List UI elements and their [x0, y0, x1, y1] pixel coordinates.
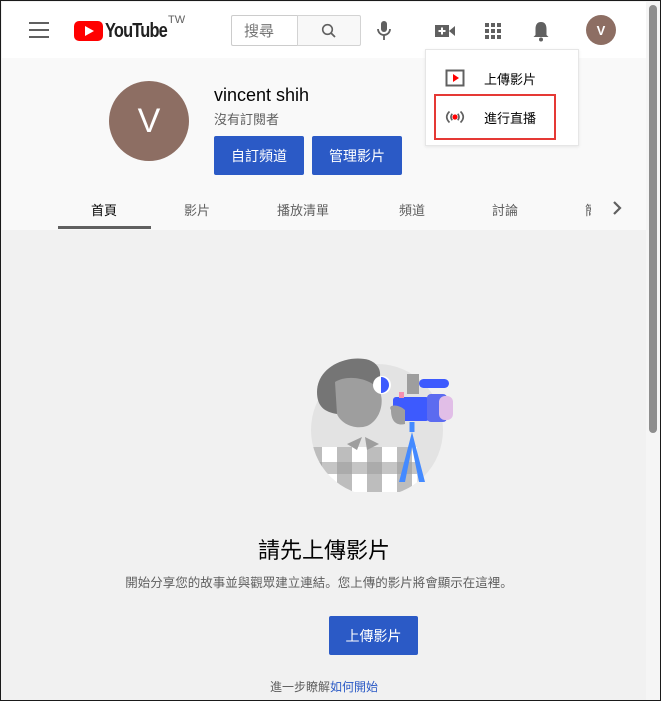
- notifications-button[interactable]: [529, 19, 553, 43]
- learn-more-prefix: 進一步瞭解: [269, 680, 330, 694]
- create-video-icon: [435, 25, 455, 37]
- chevron-right-icon: [613, 201, 622, 215]
- tab-playlists[interactable]: 播放清單: [277, 200, 329, 219]
- logo-text: YouTube: [105, 19, 168, 42]
- create-button[interactable]: [433, 19, 457, 43]
- tab-channels[interactable]: 頻道: [399, 200, 425, 219]
- account-avatar-button[interactable]: V: [586, 15, 616, 45]
- channel-tabs: 首頁 影片 播放清單 頻道 討論 簡: [2, 188, 646, 230]
- go-live-icon: [444, 107, 466, 127]
- channel-avatar: V: [109, 81, 189, 161]
- microphone-icon: [377, 21, 391, 40]
- tab-discussion[interactable]: 討論: [492, 200, 518, 219]
- upload-video-icon: [444, 68, 466, 88]
- search-bar: [231, 15, 361, 46]
- tab-videos[interactable]: 影片: [184, 200, 210, 219]
- browser-viewport: YouTube TW V V vincent shih 沒有訂閱者 自訂頻道 管…: [0, 0, 661, 701]
- create-menu: 上傳影片 進行直播: [425, 49, 579, 146]
- scrollbar-thumb[interactable]: [649, 5, 657, 433]
- country-code: TW: [168, 14, 186, 26]
- creator-illustration: [311, 358, 453, 492]
- active-tab-indicator: [58, 226, 151, 229]
- search-input[interactable]: [231, 15, 297, 46]
- apps-button[interactable]: [481, 19, 505, 43]
- search-icon: [321, 23, 336, 38]
- menu-item-label: 進行直播: [484, 111, 537, 127]
- youtube-play-icon: [74, 21, 103, 41]
- subscriber-count: 沒有訂閱者: [214, 113, 280, 128]
- learn-more-text: 進一步瞭解如何開始: [2, 678, 660, 695]
- how-to-start-link[interactable]: 如何開始: [330, 680, 378, 694]
- apps-grid-icon: [485, 23, 501, 39]
- empty-state-title: 請先上傳影片: [257, 539, 390, 564]
- menu-item-go-live[interactable]: 進行直播: [434, 94, 556, 140]
- tab-home[interactable]: 首頁: [91, 200, 117, 219]
- menu-icon[interactable]: [29, 22, 49, 38]
- voice-search-button[interactable]: [372, 19, 396, 43]
- manage-videos-button[interactable]: 管理影片: [312, 136, 402, 175]
- menu-item-upload-video[interactable]: 上傳影片: [426, 58, 580, 98]
- upload-video-button[interactable]: 上傳影片: [329, 616, 418, 655]
- customize-channel-button[interactable]: 自訂頻道: [214, 136, 304, 175]
- channel-content: 請先上傳影片 開始分享您的故事並與觀眾建立連結。您上傳的影片將會顯示在這裡。 上…: [2, 230, 646, 700]
- tabs-scroll-right-button[interactable]: [609, 199, 625, 217]
- empty-state-description: 開始分享您的故事並與觀眾建立連結。您上傳的影片將會顯示在這裡。: [125, 575, 513, 590]
- channel-name: vincent shih: [214, 85, 310, 105]
- youtube-logo[interactable]: YouTube: [74, 20, 181, 42]
- menu-item-label: 上傳影片: [484, 72, 537, 88]
- tab-about[interactable]: 簡: [585, 200, 591, 219]
- notifications-bell-icon: [533, 22, 549, 42]
- search-button[interactable]: [297, 15, 361, 46]
